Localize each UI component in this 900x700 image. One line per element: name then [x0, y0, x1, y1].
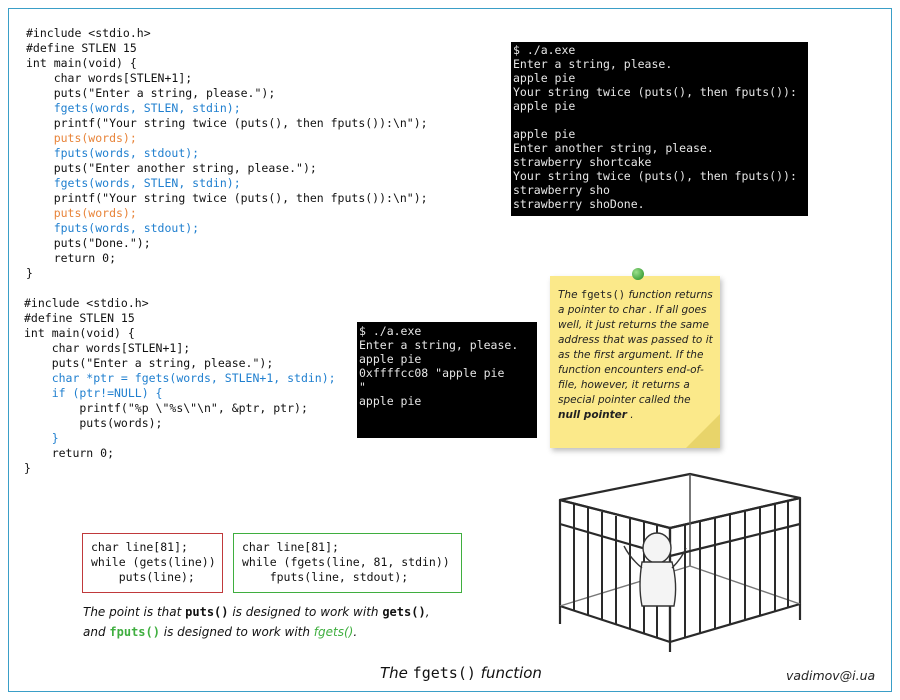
code-line: }: [26, 266, 33, 280]
terminal-line: apple pie: [513, 99, 576, 113]
terminal-line: apple pie: [513, 71, 576, 85]
code-line: #define STLEN 15: [24, 311, 135, 325]
code-line: puts("Enter a string, please.");: [26, 86, 276, 100]
point-fgets: fgets(): [313, 625, 354, 639]
code-line: printf("Your string twice (puts(), then …: [26, 191, 428, 205]
note-text-1: The: [558, 289, 581, 301]
point-statement: The point is that puts() is designed to …: [83, 602, 430, 642]
caption-text-2: function: [475, 664, 542, 682]
code-line: while (fgets(line, 81, stdin)): [242, 555, 450, 569]
point-gets: gets(): [382, 605, 426, 619]
point-text-2: is designed to work with: [228, 605, 383, 619]
code-line: int main(void) {: [26, 56, 137, 70]
note-bold: null pointer: [558, 409, 627, 421]
code-line: #define STLEN 15: [26, 41, 137, 55]
code-line: return 0;: [26, 251, 117, 265]
caption-text-1: The: [380, 664, 413, 682]
terminal-line: Enter another string, please.: [513, 141, 714, 155]
note-text-3: .: [626, 409, 634, 421]
code-line: char *ptr = fgets(words, STLEN+1, stdin)…: [24, 371, 336, 385]
code-line: int main(void) {: [24, 326, 135, 340]
slide-caption: The fgets() function: [380, 664, 542, 682]
code-line: while (gets(line)): [91, 555, 216, 569]
terminal-line: $ ./a.exe: [359, 324, 422, 338]
code-line: #include <stdio.h>: [26, 26, 151, 40]
terminal-line: ": [359, 380, 366, 394]
code-line: fputs(line, stdout);: [242, 570, 409, 584]
note-text-2: function returns a pointer to char . If …: [558, 289, 713, 406]
point-text-3: ,: [425, 605, 430, 619]
terminal-output-2: $ ./a.exe Enter a string, please. apple pi…: [357, 322, 537, 438]
caption-code: fgets(): [412, 664, 476, 682]
terminal-line: Your string twice (puts(), then fputs())…: [513, 85, 797, 99]
code-listing-1: #include <stdio.h> #define STLEN 15 int ma…: [26, 26, 428, 281]
code-line: fgets(words, STLEN, stdin);: [26, 176, 241, 190]
point-puts: puts(): [185, 605, 229, 619]
terminal-line: strawberry shortcake: [513, 155, 652, 169]
point-text-6: .: [353, 625, 358, 639]
gets-example-box: char line[81]; while (gets(line)) puts(li…: [82, 533, 223, 593]
code-line: return 0;: [24, 446, 115, 460]
pushpin-icon: [632, 268, 644, 280]
code-line: if (ptr!=NULL) {: [24, 386, 163, 400]
code-line: puts("Done.");: [26, 236, 151, 250]
terminal-line: strawberry shoDone.: [513, 197, 645, 211]
code-line: char words[STLEN+1];: [26, 71, 193, 85]
code-line: fgets(words, STLEN, stdin);: [26, 101, 241, 115]
code-line: }: [24, 431, 59, 445]
terminal-line: strawberry sho: [513, 183, 610, 197]
point-line-1: The point is that puts() is designed to …: [83, 602, 430, 622]
terminal-line: apple pie: [359, 394, 422, 408]
code-line: printf("Your string twice (puts(), then …: [26, 116, 428, 130]
code-line: printf("%p \"%s\"\n", &ptr, ptr);: [24, 401, 308, 415]
code-listing-2: #include <stdio.h> #define STLEN 15 int ma…: [24, 296, 336, 476]
author-email: vadimov@i.ua: [786, 668, 876, 683]
code-line: char words[STLEN+1];: [24, 341, 191, 355]
code-line: char line[81];: [242, 540, 339, 554]
sticky-note-text: The fgets() function returns a pointer t…: [558, 288, 714, 423]
terminal-output-1: $ ./a.exe Enter a string, please. apple pi…: [511, 42, 808, 216]
point-fputs: fputs(): [109, 625, 160, 639]
baby-in-crib-illustration: [558, 472, 802, 652]
code-line: fputs(words, stdout);: [26, 146, 200, 160]
code-line: char line[81];: [91, 540, 188, 554]
terminal-line: $ ./a.exe: [513, 43, 576, 57]
point-text-4: and: [83, 625, 110, 639]
point-text-5: is designed to work with: [159, 625, 314, 639]
terminal-line: Your string twice (puts(), then fputs())…: [513, 169, 797, 183]
point-text-1: The point is that: [83, 605, 186, 619]
code-line: puts(words);: [24, 416, 163, 430]
point-line-2: and fputs() is designed to work with fge…: [83, 622, 430, 642]
sticky-note: The fgets() function returns a pointer t…: [544, 268, 728, 456]
terminal-line: 0xffffcc08 "apple pie: [359, 366, 505, 380]
note-code: fgets(): [580, 289, 626, 301]
code-line: puts("Enter another string, please.");: [26, 161, 317, 175]
code-line: puts(words);: [26, 131, 137, 145]
fgets-example-box: char line[81]; while (fgets(line, 81, std…: [233, 533, 462, 593]
code-line: fputs(words, stdout);: [26, 221, 200, 235]
code-line: puts(line);: [91, 570, 195, 584]
code-line: puts("Enter a string, please.");: [24, 356, 274, 370]
terminal-line: apple pie: [513, 127, 576, 141]
terminal-line: apple pie: [359, 352, 422, 366]
terminal-line: Enter a string, please.: [359, 338, 519, 352]
code-line: #include <stdio.h>: [24, 296, 149, 310]
terminal-line: Enter a string, please.: [513, 57, 673, 71]
code-line: }: [24, 461, 31, 475]
code-line: puts(words);: [26, 206, 137, 220]
